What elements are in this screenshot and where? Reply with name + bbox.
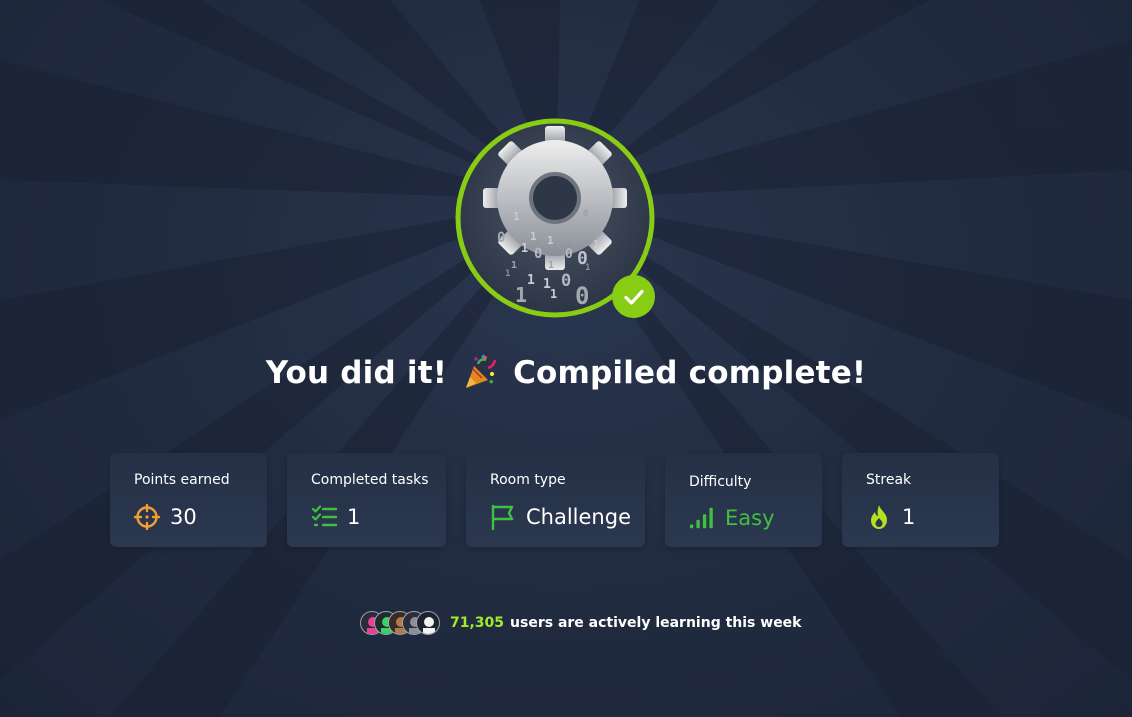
svg-text:1: 1	[513, 210, 520, 223]
svg-text:1: 1	[515, 283, 527, 307]
headline-suffix: Compiled complete!	[513, 355, 867, 391]
active-users-text: users are actively learning this week	[510, 615, 802, 631]
svg-text:1: 1	[585, 263, 590, 273]
svg-text:1: 1	[527, 273, 535, 288]
streak-card: Streak 1	[842, 453, 999, 547]
stat-label: Room type	[490, 472, 566, 488]
room-badge: 1 0 1 1 1 0 0 0 1 1 1 0 0 1 1 0 1 1 0 1	[455, 118, 655, 318]
headline-prefix: You did it!	[265, 355, 448, 391]
completion-headline: You did it! Compiled complete!	[0, 354, 1132, 391]
completed-check-badge	[612, 275, 655, 318]
svg-text:1: 1	[521, 241, 528, 255]
stat-value: Challenge	[526, 505, 631, 529]
svg-text:1: 1	[505, 269, 510, 279]
svg-text:1: 1	[547, 234, 554, 247]
room-complete-page: 1 0 1 1 1 0 0 0 1 1 1 0 0 1 1 0 1 1 0 1	[0, 0, 1132, 717]
svg-text:0: 0	[565, 247, 573, 262]
svg-text:0: 0	[575, 282, 589, 310]
avatar-white-icon	[416, 611, 440, 635]
stat-label: Streak	[866, 472, 912, 488]
flame-icon	[871, 505, 887, 529]
checklist-icon	[311, 505, 337, 527]
svg-text:1: 1	[530, 230, 537, 243]
svg-text:1: 1	[511, 260, 517, 271]
active-learners-footer: 71,305 users are actively learning this …	[360, 609, 802, 637]
stat-label: Completed tasks	[311, 472, 429, 488]
svg-text:1: 1	[548, 260, 554, 271]
active-users-count: 71,305	[450, 615, 505, 631]
svg-text:0: 0	[573, 236, 578, 245]
stat-label: Difficulty	[689, 474, 752, 490]
party-popper-icon	[466, 354, 497, 388]
svg-text:0: 0	[561, 271, 571, 291]
svg-text:1: 1	[550, 287, 557, 301]
crosshair-icon	[134, 504, 160, 530]
room-type-card: Room type Challenge	[466, 453, 645, 547]
points-earned-card: Points earned 30	[110, 453, 267, 547]
flag-icon	[491, 504, 514, 530]
stat-label: Points earned	[134, 472, 230, 488]
svg-text:1: 1	[593, 238, 600, 251]
signal-bars-icon	[689, 507, 713, 529]
check-icon	[623, 289, 644, 305]
stat-value: 1	[347, 505, 361, 529]
svg-text:0: 0	[497, 230, 505, 246]
svg-text:0: 0	[583, 209, 588, 219]
stat-value: 1	[902, 505, 916, 529]
stat-value: 30	[170, 505, 197, 529]
completed-tasks-card: Completed tasks 1	[287, 453, 446, 547]
stat-value: Easy	[725, 506, 775, 530]
svg-text:0: 0	[534, 246, 542, 262]
avatar-stack	[360, 609, 442, 637]
difficulty-card: Difficulty Easy	[665, 453, 822, 547]
